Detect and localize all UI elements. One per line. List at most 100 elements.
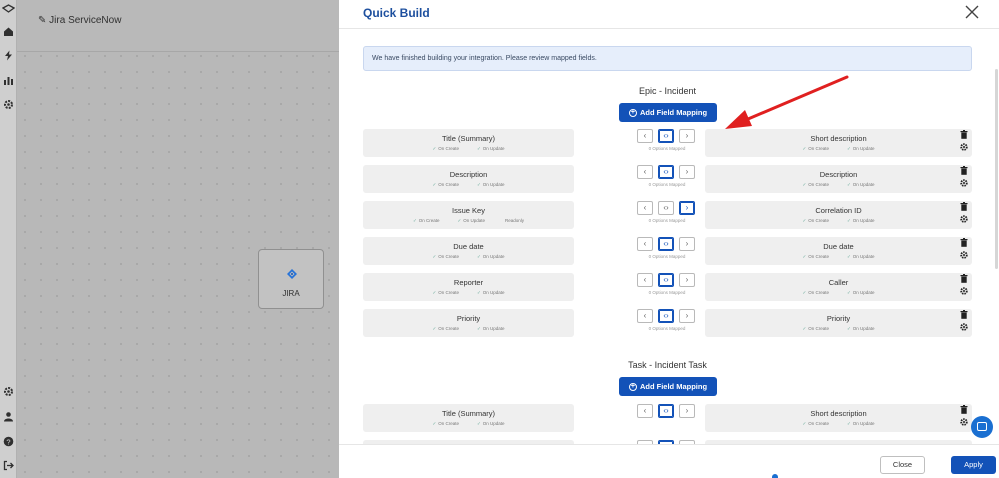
on-update-option[interactable]: On Update bbox=[477, 254, 505, 260]
on-create-option[interactable]: On Create bbox=[432, 421, 459, 427]
target-field-card[interactable]: Short description On Create On Update bbox=[705, 129, 972, 157]
direction-left-button[interactable]: ‹ bbox=[637, 201, 653, 215]
on-update-option[interactable]: On Update bbox=[847, 218, 875, 224]
on-create-option[interactable]: On Create bbox=[432, 290, 459, 296]
target-field-card[interactable]: Short description On Create On Update bbox=[705, 404, 972, 432]
trash-icon[interactable] bbox=[960, 202, 968, 211]
on-update-option[interactable]: On Update bbox=[477, 326, 505, 332]
on-update-option[interactable]: On Update bbox=[847, 421, 875, 427]
gear-icon[interactable] bbox=[960, 418, 968, 426]
close-icon[interactable] bbox=[964, 4, 980, 20]
direction-both-button[interactable]: ‹› bbox=[658, 309, 674, 323]
settings-icon[interactable] bbox=[3, 386, 14, 397]
add-field-mapping-button[interactable]: + Add Field Mapping bbox=[619, 377, 717, 396]
direction-right-button[interactable]: › bbox=[679, 201, 695, 215]
gear-icon[interactable] bbox=[960, 323, 968, 331]
direction-right-button[interactable]: › bbox=[679, 237, 695, 251]
trash-icon[interactable] bbox=[960, 274, 968, 283]
user-icon[interactable] bbox=[3, 411, 14, 422]
help-icon[interactable]: ? bbox=[3, 436, 14, 447]
target-field-card[interactable]: Due date On Create On Update bbox=[705, 237, 972, 265]
close-button[interactable]: Close bbox=[880, 456, 925, 474]
on-update-option[interactable]: On Update bbox=[457, 218, 485, 224]
gear-icon[interactable] bbox=[3, 99, 14, 110]
direction-both-button[interactable]: ‹› bbox=[658, 404, 674, 418]
on-create-option[interactable]: On Create bbox=[432, 254, 459, 260]
apply-button[interactable]: Apply bbox=[951, 456, 996, 474]
on-create-option[interactable]: On Create bbox=[802, 218, 829, 224]
gear-icon[interactable] bbox=[960, 287, 968, 295]
on-create-option[interactable]: On Create bbox=[802, 182, 829, 188]
direction-both-button[interactable]: ‹› bbox=[658, 165, 674, 179]
integration-title[interactable]: ✎ Jira ServiceNow bbox=[38, 15, 121, 26]
source-field-card[interactable]: Reporter On Create On Update bbox=[363, 273, 574, 301]
source-field-card[interactable]: Description On Create On Update bbox=[363, 165, 574, 193]
trash-icon[interactable] bbox=[960, 310, 968, 319]
on-update-option[interactable]: On Update bbox=[477, 146, 505, 152]
gear-icon[interactable] bbox=[960, 215, 968, 223]
on-create-option[interactable]: On Create bbox=[802, 146, 829, 152]
options-mapped-count: 0 Options Mapped bbox=[648, 218, 686, 223]
direction-both-button[interactable]: ‹› bbox=[658, 273, 674, 287]
target-field-card[interactable]: Priority On Create On Update bbox=[705, 309, 972, 337]
direction-both-button[interactable]: ‹› bbox=[658, 201, 674, 215]
gear-icon[interactable] bbox=[960, 179, 968, 187]
direction-left-button[interactable]: ‹ bbox=[637, 165, 653, 179]
trash-icon[interactable] bbox=[960, 238, 968, 247]
target-field-card[interactable]: Caller On Create On Update bbox=[705, 273, 972, 301]
direction-both-button[interactable]: ‹› bbox=[658, 237, 674, 251]
on-create-option[interactable]: On Create bbox=[802, 290, 829, 296]
on-create-option[interactable]: On Create bbox=[802, 326, 829, 332]
plus-circle-icon: + bbox=[628, 108, 637, 117]
trash-icon[interactable] bbox=[960, 130, 968, 139]
chart-icon[interactable] bbox=[3, 75, 14, 86]
on-create-option[interactable]: On Create bbox=[432, 182, 459, 188]
source-field-card[interactable]: Priority On Create On Update bbox=[363, 309, 574, 337]
home-icon[interactable] bbox=[3, 26, 14, 37]
gear-icon[interactable] bbox=[960, 251, 968, 259]
direction-left-button[interactable]: ‹ bbox=[637, 237, 653, 251]
on-create-option[interactable]: On Create bbox=[413, 218, 440, 224]
add-field-mapping-button[interactable]: + Add Field Mapping bbox=[619, 103, 717, 122]
source-field-card[interactable]: Issue Key On Create On Update Readonly bbox=[363, 201, 574, 229]
source-field-card[interactable]: Title (Summary) On Create On Update bbox=[363, 404, 574, 432]
direction-right-button[interactable]: › bbox=[679, 404, 695, 418]
direction-right-button[interactable]: › bbox=[679, 165, 695, 179]
direction-left-button[interactable]: ‹ bbox=[637, 404, 653, 418]
bolt-icon[interactable] bbox=[3, 50, 14, 61]
chat-widget-button[interactable] bbox=[971, 416, 993, 438]
direction-right-button[interactable]: › bbox=[679, 273, 695, 287]
on-update-option[interactable]: On Update bbox=[477, 182, 505, 188]
direction-both-button[interactable]: ‹› bbox=[658, 129, 674, 143]
target-field-card[interactable]: Correlation ID On Create On Update bbox=[705, 201, 972, 229]
trash-icon[interactable] bbox=[960, 405, 968, 414]
readonly-option[interactable]: Readonly bbox=[503, 218, 524, 224]
gear-icon[interactable] bbox=[960, 143, 968, 151]
direction-right-button[interactable]: › bbox=[679, 129, 695, 143]
scrollbar[interactable] bbox=[995, 69, 998, 269]
direction-right-button[interactable]: › bbox=[679, 309, 695, 323]
jira-node[interactable]: JIRA bbox=[258, 249, 324, 309]
logo-icon[interactable] bbox=[2, 4, 15, 13]
on-create-option[interactable]: On Create bbox=[802, 254, 829, 260]
source-field-card[interactable]: Title (Summary) On Create On Update bbox=[363, 129, 574, 157]
on-update-option[interactable]: On Update bbox=[477, 290, 505, 296]
trash-icon[interactable] bbox=[960, 166, 968, 175]
source-field-card[interactable]: Due date On Create On Update bbox=[363, 237, 574, 265]
direction-left-button[interactable]: ‹ bbox=[637, 129, 653, 143]
pencil-icon[interactable]: ✎ bbox=[38, 15, 46, 26]
target-field-card[interactable]: Description On Create On Update bbox=[705, 165, 972, 193]
direction-left-button[interactable]: ‹ bbox=[637, 309, 653, 323]
logout-icon[interactable] bbox=[3, 460, 14, 471]
on-create-option[interactable]: On Create bbox=[432, 146, 459, 152]
on-update-option[interactable]: On Update bbox=[847, 290, 875, 296]
on-update-option[interactable]: On Update bbox=[477, 421, 505, 427]
on-create-option[interactable]: On Create bbox=[802, 421, 829, 427]
on-update-option[interactable]: On Update bbox=[847, 182, 875, 188]
on-update-option[interactable]: On Update bbox=[847, 146, 875, 152]
direction-left-button[interactable]: ‹ bbox=[637, 273, 653, 287]
on-update-option[interactable]: On Update bbox=[847, 254, 875, 260]
on-create-option[interactable]: On Create bbox=[432, 326, 459, 332]
on-update-option[interactable]: On Update bbox=[847, 326, 875, 332]
direction-controls: ‹ ‹› › 0 Options Mapped bbox=[637, 273, 697, 301]
